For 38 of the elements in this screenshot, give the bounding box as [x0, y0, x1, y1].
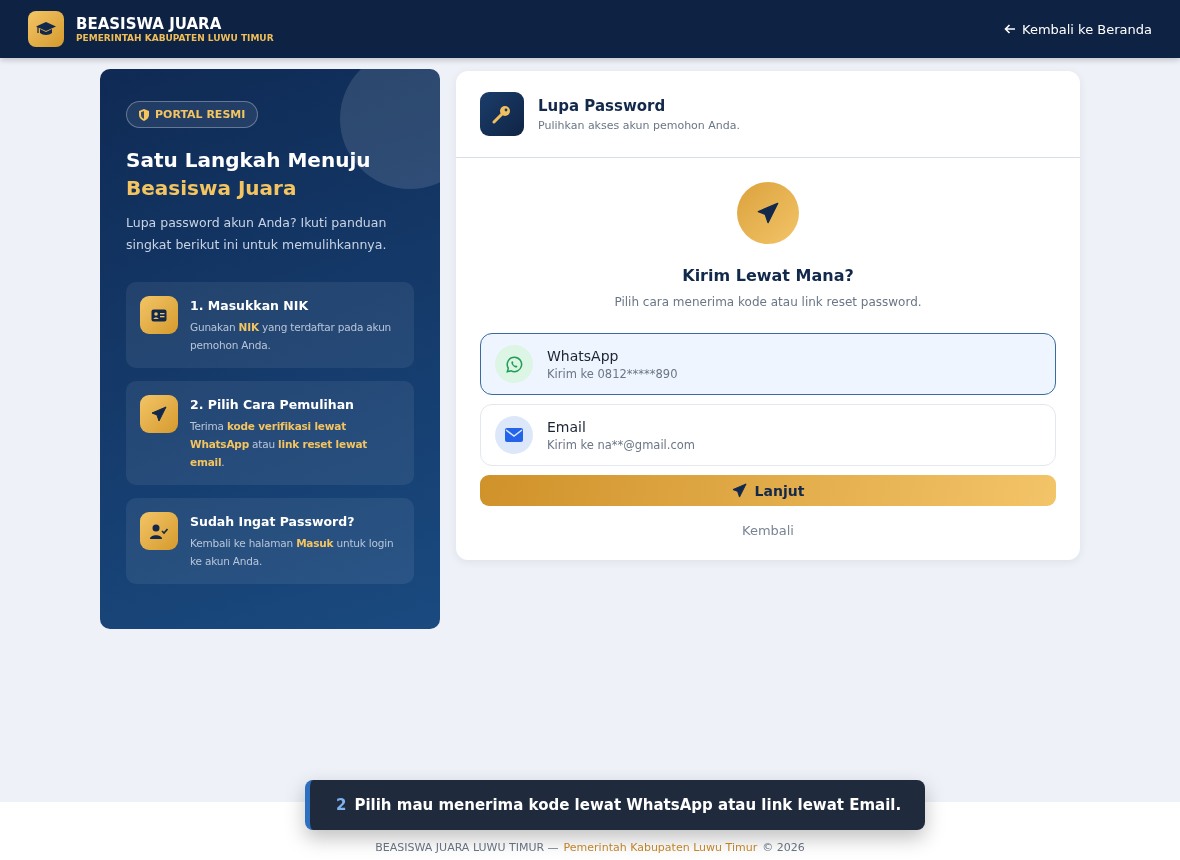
option-detail: Kirim ke 0812*****890 — [547, 366, 678, 381]
step-title: 2. Pilih Cara Pemulihan — [190, 397, 355, 412]
brand-name: BEASISWA JUARA — [76, 15, 223, 33]
paper-plane-icon — [151, 406, 167, 422]
step-text: Gunakan NIK yang terdaftar pada akun pemohon Anda. — [190, 320, 393, 353]
portal-badge: PORTAL RESMI — [126, 101, 259, 128]
step-title: 1. Masukkan NIK — [190, 298, 310, 313]
option-label: Email — [547, 418, 587, 435]
continue-button[interactable]: Lanjut — [480, 475, 1056, 506]
back-link[interactable]: Kembali — [742, 523, 794, 538]
card-subtitle: Pulihkan akses akun pemohon Anda. — [538, 118, 740, 132]
toast-step-number: 2 — [336, 796, 347, 814]
footer-copyright: © 2026 — [762, 841, 805, 854]
card-title: Lupa Password — [538, 96, 667, 115]
section-hint: Pilih cara menerima kode atau link reset password. — [613, 295, 923, 309]
back-home-link[interactable]: Kembali ke Beranda — [1004, 21, 1152, 37]
arrow-left-icon — [1004, 24, 1016, 34]
step-text: Terima kode verifikasi lewat WhatsApp atau link reset lewat email. — [190, 419, 369, 470]
footer-brand: BEASISWA JUARA LUWU TIMUR — — [375, 841, 559, 854]
toast-message: Pilih mau menerima kode lewat WhatsApp atau link lewat Email. — [354, 796, 902, 814]
key-icon — [480, 92, 524, 136]
option-detail: Kirim ke na**@gmail.com — [547, 437, 695, 452]
user-check-icon — [150, 523, 168, 539]
delivery-option[interactable]: Email Kirim ke na**@gmail.com — [480, 404, 1056, 466]
paper-plane-icon — [731, 483, 747, 498]
option-label: WhatsApp — [547, 347, 620, 364]
id-card-icon — [151, 308, 167, 322]
intro-description: Lupa password akun Anda? Ikuti panduan singkat berikut ini untuk memulihkannya. — [126, 214, 388, 254]
envelope-icon — [505, 428, 523, 442]
section-heading: Kirim Lewat Mana? — [681, 266, 855, 285]
step-text: Kembali ke halaman Masuk untuk login ke akun Anda. — [190, 536, 395, 569]
brand-subtitle: PEMERINTAH KABUPATEN LUWU TIMUR — [76, 33, 274, 43]
graduation-cap-icon — [28, 11, 64, 47]
intro-title: Satu Langkah Menuju Beasiswa Juara — [126, 147, 372, 202]
delivery-option[interactable]: WhatsApp Kirim ke 0812*****890 — [480, 333, 1056, 395]
footer-owner: Pemerintah Kabupaten Luwu Timur — [563, 841, 758, 854]
whatsapp-icon — [505, 355, 523, 373]
step-title: Sudah Ingat Password? — [190, 514, 356, 529]
